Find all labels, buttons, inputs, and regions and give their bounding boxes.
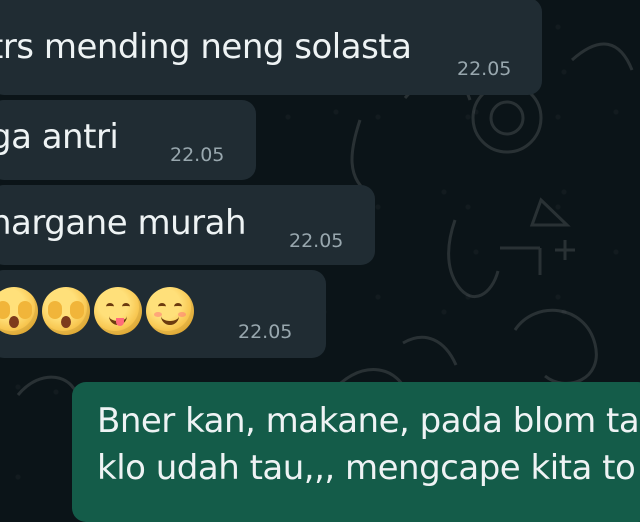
message-bubble-2[interactable]: ga antri 22.05 xyxy=(0,100,256,180)
face-with-hand-over-mouth-icon xyxy=(0,287,38,335)
face-savoring-food-icon xyxy=(94,287,142,335)
outgoing-message-line-2: klo udah tau,,, mengcape kita to xyxy=(97,448,636,488)
message-time: 22.05 xyxy=(238,321,293,343)
message-time: 22.05 xyxy=(289,230,344,252)
message-time: 22.05 xyxy=(457,58,512,80)
face-with-hand-over-mouth-icon xyxy=(42,287,90,335)
message-text: trs mending neng solasta xyxy=(0,27,412,67)
outgoing-message-line-1: Bner kan, makane, pada blom tau xyxy=(97,401,640,441)
outgoing-message-bubble[interactable]: Bner kan, makane, pada blom tau klo udah… xyxy=(72,382,640,522)
message-bubble-1[interactable]: trs mending neng solasta 22.05 xyxy=(0,0,542,95)
message-bubble-4[interactable]: 22.05 xyxy=(0,270,326,358)
message-text: hargane murah xyxy=(0,203,247,243)
smiling-face-icon xyxy=(146,287,194,335)
message-time: 22.05 xyxy=(170,144,225,166)
message-bubble-3[interactable]: hargane murah 22.05 xyxy=(0,185,375,265)
emoji-row xyxy=(0,287,194,335)
message-text: ga antri xyxy=(0,117,119,157)
